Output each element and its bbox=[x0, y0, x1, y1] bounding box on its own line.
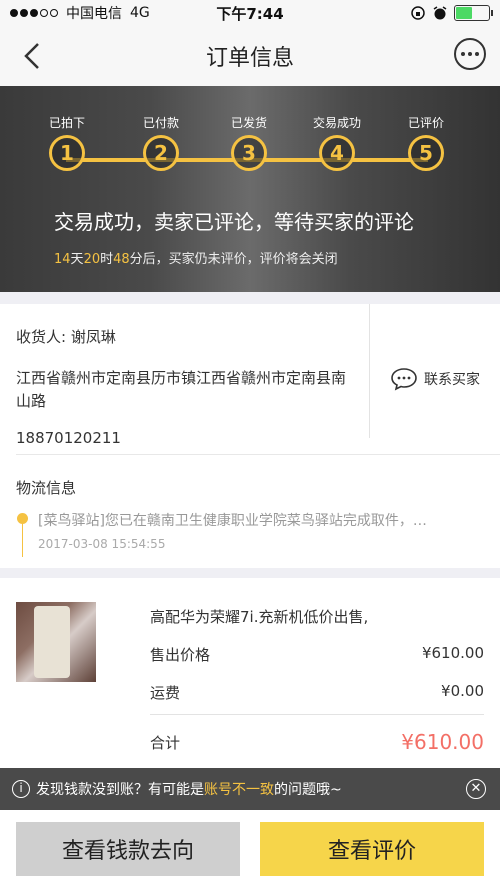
info-icon: i bbox=[12, 780, 30, 798]
notice-suffix: 的问题哦~ bbox=[274, 782, 342, 798]
step-label: 已付款 bbox=[142, 116, 179, 130]
signal-icon bbox=[10, 9, 58, 17]
countdown-days: 14 bbox=[54, 252, 71, 267]
address-details: 收货人: 谢凤琳 江西省赣州市定南县历市镇江西省赣州市定南县南山路 188701… bbox=[0, 304, 370, 447]
status-left: 中国电信 4G bbox=[10, 3, 150, 23]
battery-fill bbox=[456, 7, 472, 19]
order-status-title: 交易成功，卖家已评论，等待买家的评论 bbox=[54, 210, 414, 234]
step-number: 2 bbox=[143, 135, 179, 171]
payment-notice-bar[interactable]: i 发现钱款没到账？有可能是 账号不一致 的问题哦~ ✕ bbox=[0, 768, 500, 810]
shipping-fee-label: 运费 bbox=[150, 684, 181, 702]
step-label: 交易成功 bbox=[312, 116, 361, 130]
step-label: 已评价 bbox=[407, 116, 444, 130]
shipping-address: 收货人: 谢凤琳 江西省赣州市定南县历市镇江西省赣州市定南县南山路 188701… bbox=[0, 304, 500, 454]
step-label: 已拍下 bbox=[48, 116, 85, 130]
page-title: 订单信息 bbox=[205, 46, 294, 71]
timeline-line bbox=[22, 521, 23, 557]
step-label: 已发货 bbox=[230, 116, 267, 130]
notice-prefix: 发现钱款没到账？有可能是 bbox=[36, 782, 204, 798]
step-1: 已拍下 1 bbox=[32, 114, 102, 171]
step-number: 3 bbox=[231, 135, 267, 171]
chat-icon bbox=[391, 368, 417, 391]
bottom-actions: 查看钱款去向 查看评价 bbox=[0, 810, 500, 888]
close-icon[interactable]: ✕ bbox=[466, 779, 486, 799]
alarm-icon bbox=[433, 6, 447, 20]
receiver-phone: 18870120211 bbox=[16, 429, 121, 447]
view-review-button[interactable]: 查看评价 bbox=[260, 822, 484, 876]
rotation-lock-icon bbox=[411, 6, 425, 20]
product-card: 高配华为荣耀7i.充新机低价出售, 售出价格 ¥610.00 运费 ¥0.00 … bbox=[0, 578, 500, 768]
product-image[interactable] bbox=[16, 602, 96, 682]
contact-buyer-button[interactable]: 联系买家 bbox=[370, 304, 500, 454]
receiver-name: 收货人: 谢凤琳 bbox=[16, 328, 116, 346]
step-2: 已付款 2 bbox=[126, 114, 196, 171]
divider bbox=[150, 714, 484, 715]
countdown-minutes: 48 bbox=[113, 252, 130, 267]
step-number: 1 bbox=[49, 135, 85, 171]
step-4: 交易成功 4 bbox=[302, 114, 372, 171]
notice-highlight-link[interactable]: 账号不一致 bbox=[204, 779, 274, 799]
battery-icon bbox=[454, 5, 493, 21]
network-label: 4G bbox=[130, 5, 150, 21]
logistics-info[interactable]: 物流信息 [菜鸟驿站]您已在赣南卫生健康职业学院菜鸟驿站完成取件，… 2017-… bbox=[16, 454, 500, 568]
product-title[interactable]: 高配华为荣耀7i.充新机低价出售, bbox=[150, 606, 368, 627]
logistics-title: 物流信息 bbox=[16, 479, 77, 497]
view-payment-button[interactable]: 查看钱款去向 bbox=[16, 822, 240, 876]
step-3: 已发货 3 bbox=[214, 114, 284, 171]
status-bar: 中国电信 4G 下午7:44 bbox=[0, 0, 500, 26]
timeline-dot bbox=[17, 513, 28, 524]
progress-steps: 已拍下 1 已付款 2 已发货 3 交易成功 4 已评价 5 bbox=[0, 114, 500, 184]
total-row: 合计 ¥610.00 bbox=[150, 730, 484, 754]
step-number: 4 bbox=[319, 135, 355, 171]
step-5: 已评价 5 bbox=[391, 114, 461, 171]
total-label: 合计 bbox=[150, 733, 181, 752]
address-text: 江西省赣州市定南县历市镇江西省赣州市定南县南山路 bbox=[16, 369, 347, 410]
phone-image bbox=[34, 606, 70, 678]
review-countdown: 14天20时48分后，买家仍未评价，评价将会关闭 bbox=[54, 248, 338, 267]
sale-price-label: 售出价格 bbox=[150, 646, 211, 664]
shipping-fee-value: ¥0.00 bbox=[441, 682, 484, 700]
countdown-days-unit: 天 bbox=[70, 252, 84, 267]
more-icon[interactable] bbox=[454, 38, 486, 70]
back-icon[interactable] bbox=[14, 38, 50, 74]
logistics-time: 2017-03-08 15:54:55 bbox=[38, 537, 166, 551]
order-progress-banner: 已拍下 1 已付款 2 已发货 3 交易成功 4 已评价 5 交易成功，卖家已评… bbox=[0, 86, 500, 292]
total-value: ¥610.00 bbox=[401, 730, 484, 754]
carrier-label: 中国电信 bbox=[66, 6, 122, 22]
sale-price-row: 售出价格 ¥610.00 bbox=[150, 644, 484, 665]
countdown-suffix: 分后，买家仍未评价，评价将会关闭 bbox=[129, 252, 338, 267]
nav-bar: 订单信息 bbox=[0, 26, 500, 86]
contact-buyer-label: 联系买家 bbox=[424, 372, 480, 388]
countdown-hours-unit: 时 bbox=[100, 252, 114, 267]
address-logistics-card: 收货人: 谢凤琳 江西省赣州市定南县历市镇江西省赣州市定南县南山路 188701… bbox=[0, 304, 500, 568]
countdown-hours: 20 bbox=[83, 252, 101, 267]
shipping-fee-row: 运费 ¥0.00 bbox=[150, 682, 484, 703]
status-right bbox=[410, 5, 493, 21]
sale-price-value: ¥610.00 bbox=[421, 644, 484, 662]
step-number: 5 bbox=[408, 135, 444, 171]
logistics-message: [菜鸟驿站]您已在赣南卫生健康职业学院菜鸟驿站完成取件，… bbox=[38, 513, 427, 529]
